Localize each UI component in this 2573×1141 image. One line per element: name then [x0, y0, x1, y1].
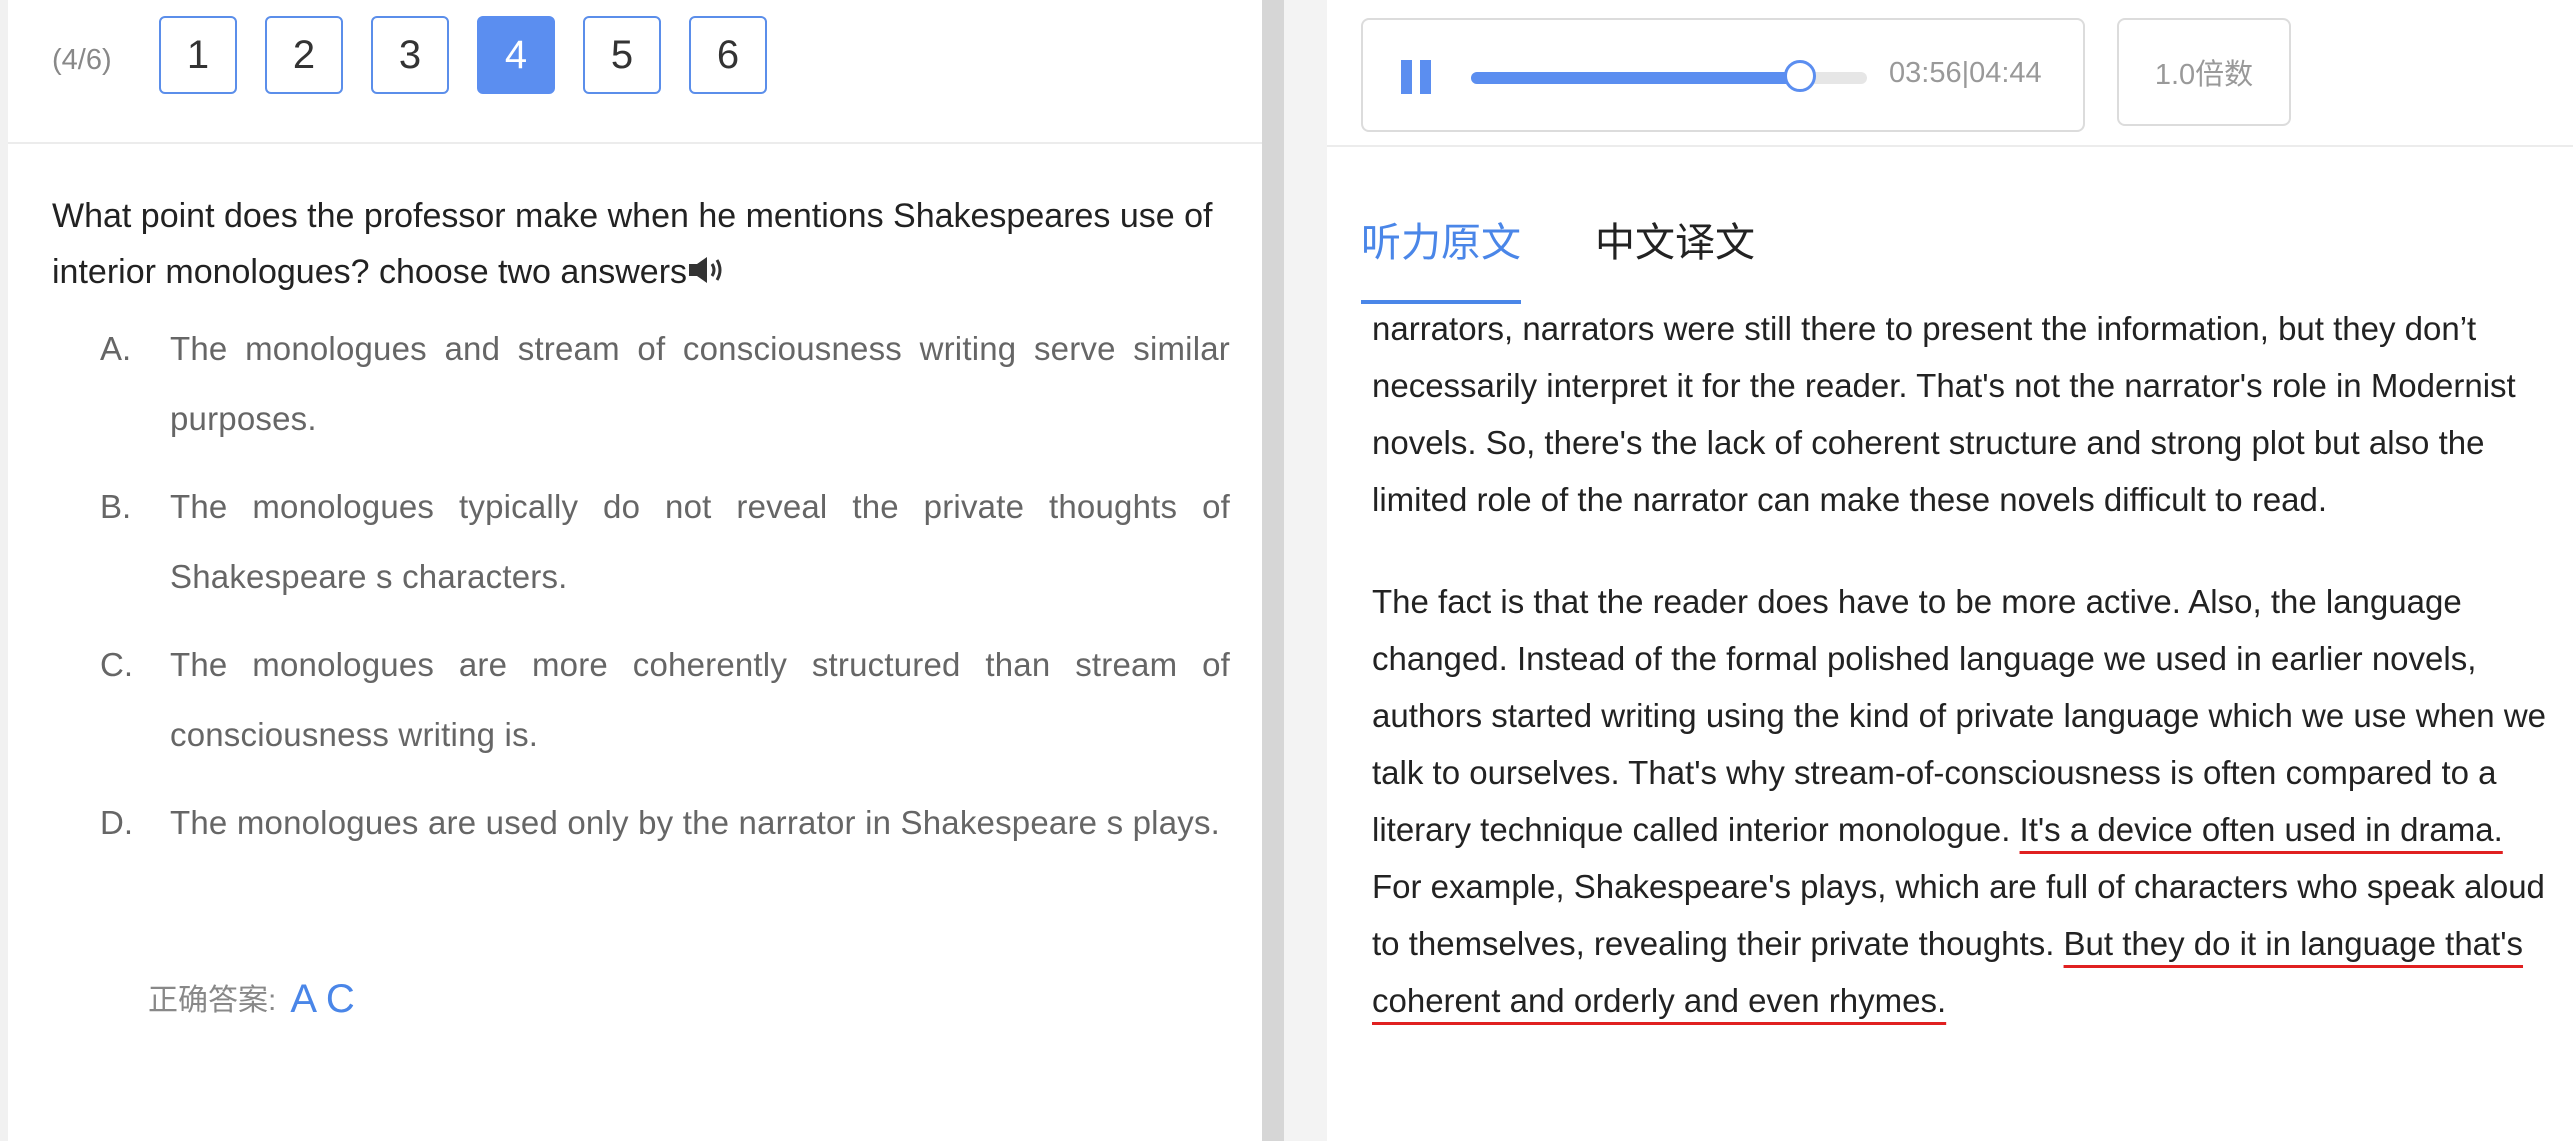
question-progress: (4/6): [52, 44, 112, 76]
option-a[interactable]: A. The monologues and stream of consciou…: [100, 314, 1230, 454]
option-letter: A.: [100, 330, 132, 367]
transcript-text: narrators, narrators were still there to…: [1372, 300, 2552, 1141]
transcript-paragraph: narrators, narrators were still there to…: [1372, 310, 2516, 518]
time-display: 03:56|04:44: [1889, 57, 2042, 89]
question-button-2[interactable]: 2: [265, 16, 343, 94]
question-text: What point does the professor make when …: [52, 188, 1232, 302]
question-navigation: (4/6) 1 2 3 4 5 6: [8, 0, 1262, 144]
player-header: 03:56|04:44 1.0倍数: [1327, 0, 2573, 147]
tab-original-text[interactable]: 听力原文: [1361, 210, 1521, 268]
audio-progress-fill: [1471, 72, 1801, 84]
option-letter: C.: [100, 646, 133, 683]
speaker-icon[interactable]: [687, 246, 727, 302]
pane-divider[interactable]: [1262, 0, 1327, 1141]
playback-speed-button[interactable]: 1.0倍数: [2117, 18, 2291, 126]
divider-bar[interactable]: [1262, 0, 1284, 1141]
option-letter: D.: [100, 804, 133, 841]
correct-answer-label: 正确答案:: [148, 984, 277, 1017]
question-button-5[interactable]: 5: [583, 16, 661, 94]
question-pane: (4/6) 1 2 3 4 5 6 What point does the pr…: [0, 0, 1262, 1141]
underlined-sentence: It's a device often used in drama.: [2019, 811, 2503, 848]
option-d[interactable]: D. The monologues are used only by the n…: [100, 788, 1230, 858]
pause-icon[interactable]: [1401, 60, 1435, 94]
transcript-text-segment: The fact is that the reader does have to…: [1372, 583, 2547, 848]
transcript-pane: 03:56|04:44 1.0倍数 听力原文 中文译文 narrators, n…: [1327, 0, 2573, 1141]
option-text: The monologues are used only by the narr…: [170, 804, 1221, 841]
transcript-paragraph: The fact is that the reader does have to…: [1372, 573, 2552, 1029]
slider-handle[interactable]: [1784, 60, 1817, 92]
option-c[interactable]: C. The monologues are more coherently st…: [100, 630, 1230, 770]
option-letter: B.: [100, 488, 132, 525]
option-b[interactable]: B. The monologues typically do not revea…: [100, 472, 1230, 612]
option-text: The monologues are more coherently struc…: [170, 646, 1230, 753]
correct-answer-value: A C: [290, 977, 355, 1021]
audio-player: 03:56|04:44: [1361, 18, 2085, 132]
question-button-6[interactable]: 6: [689, 16, 767, 94]
question-prompt: What point does the professor make when …: [52, 197, 1213, 291]
question-button-4[interactable]: 4: [477, 16, 555, 94]
tab-chinese-translation[interactable]: 中文译文: [1595, 210, 1755, 268]
question-button-1[interactable]: 1: [159, 16, 237, 94]
correct-answer: 正确答案: A C: [148, 975, 355, 1022]
option-text: The monologues and stream of consciousne…: [170, 330, 1230, 437]
question-button-3[interactable]: 3: [371, 16, 449, 94]
option-text: The monologues typically do not reveal t…: [170, 488, 1230, 595]
audio-progress-slider[interactable]: [1471, 60, 1867, 92]
